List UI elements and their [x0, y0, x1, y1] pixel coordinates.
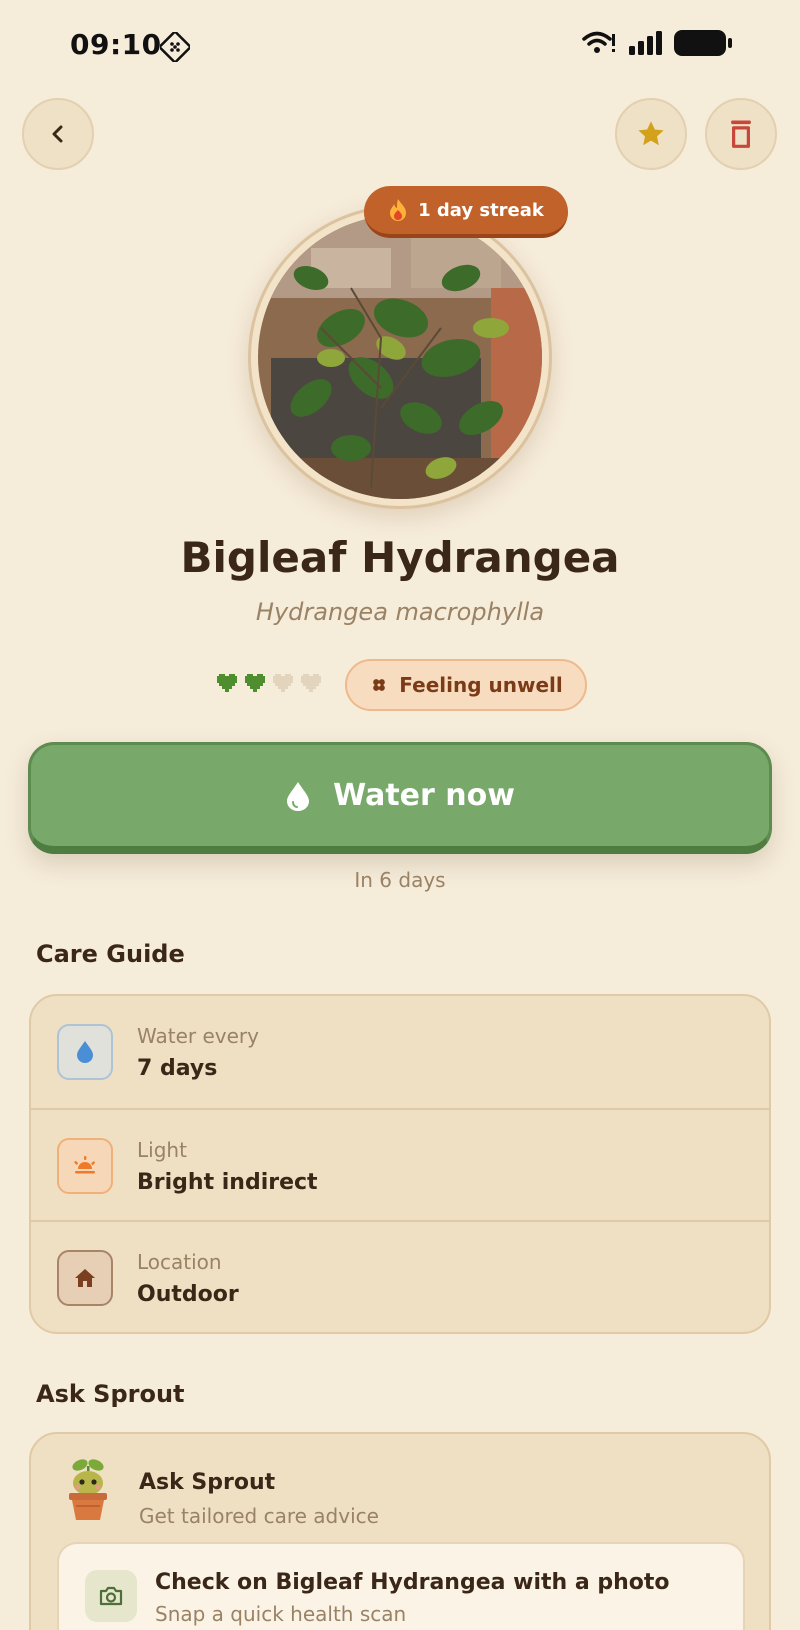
home-icon — [57, 1250, 113, 1306]
fire-icon — [390, 199, 407, 221]
care-item-value: Bright indirect — [137, 1170, 318, 1195]
plant-name: Bigleaf Hydrangea — [180, 533, 620, 582]
plant-photo-image — [258, 215, 542, 499]
water-now-label: Water now — [333, 778, 515, 813]
heart-empty-icon — [273, 674, 293, 692]
star-icon — [638, 121, 664, 146]
photo-check-button[interactable]: Check on Bigleaf Hydrangea with a photo … — [57, 1542, 745, 1630]
trash-icon — [731, 120, 751, 148]
care-item-water: Water every 7 days — [31, 996, 769, 1108]
care-item-value: Outdoor — [137, 1282, 239, 1307]
delete-button[interactable] — [705, 98, 777, 170]
plant-photo[interactable] — [248, 205, 552, 509]
streak-badge: 1 day streak — [364, 186, 568, 238]
care-guide-title: Care Guide — [36, 940, 185, 968]
health-status-badge[interactable]: Feeling unwell — [345, 659, 587, 711]
signal-icon — [629, 31, 662, 55]
health-hearts — [215, 672, 323, 694]
sprout-mascot-icon — [69, 1459, 107, 1520]
status-bar: 09:10 — [0, 0, 800, 90]
chevron-left-icon — [52, 125, 63, 143]
care-item-light: Light Bright indirect — [31, 1108, 769, 1220]
health-status-label: Feeling unwell — [399, 673, 563, 697]
care-item-location: Location Outdoor — [31, 1220, 769, 1332]
status-app-icon — [160, 32, 190, 62]
sunrise-icon — [57, 1138, 113, 1194]
care-item-value: 7 days — [137, 1056, 218, 1081]
heart-empty-icon — [301, 674, 321, 692]
back-button[interactable] — [22, 98, 94, 170]
plant-scientific-name: Hydrangea macrophylla — [255, 598, 545, 626]
heart-icon — [217, 674, 237, 692]
wifi-icon — [582, 31, 615, 53]
bandage-icon — [373, 679, 386, 691]
water-drop-icon — [287, 781, 310, 811]
care-guide-card: Water every 7 days Light Bright indirect… — [29, 994, 771, 1334]
ask-sprout-card[interactable]: Ask Sprout Get tailored care advice Chec… — [29, 1432, 771, 1630]
care-item-label: Light — [137, 1138, 187, 1162]
care-item-label: Location — [137, 1250, 222, 1274]
streak-label: 1 day streak — [418, 199, 544, 221]
ask-sprout-subtitle: Get tailored care advice — [139, 1504, 379, 1528]
water-now-button[interactable]: Water now — [28, 742, 772, 854]
camera-icon — [85, 1570, 137, 1622]
care-item-label: Water every — [137, 1024, 259, 1048]
heart-icon — [245, 674, 265, 692]
ask-sprout-title: Ask Sprout — [139, 1470, 276, 1495]
next-watering-text: In 6 days — [354, 868, 446, 892]
favorite-button[interactable] — [615, 98, 687, 170]
water-drop-icon — [57, 1024, 113, 1080]
ask-sprout-section-title: Ask Sprout — [36, 1380, 185, 1408]
battery-icon — [674, 30, 732, 56]
status-time: 09:10 — [70, 28, 162, 61]
photo-check-title: Check on Bigleaf Hydrangea with a photo — [155, 1570, 670, 1595]
photo-check-subtitle: Snap a quick health scan — [155, 1602, 407, 1626]
